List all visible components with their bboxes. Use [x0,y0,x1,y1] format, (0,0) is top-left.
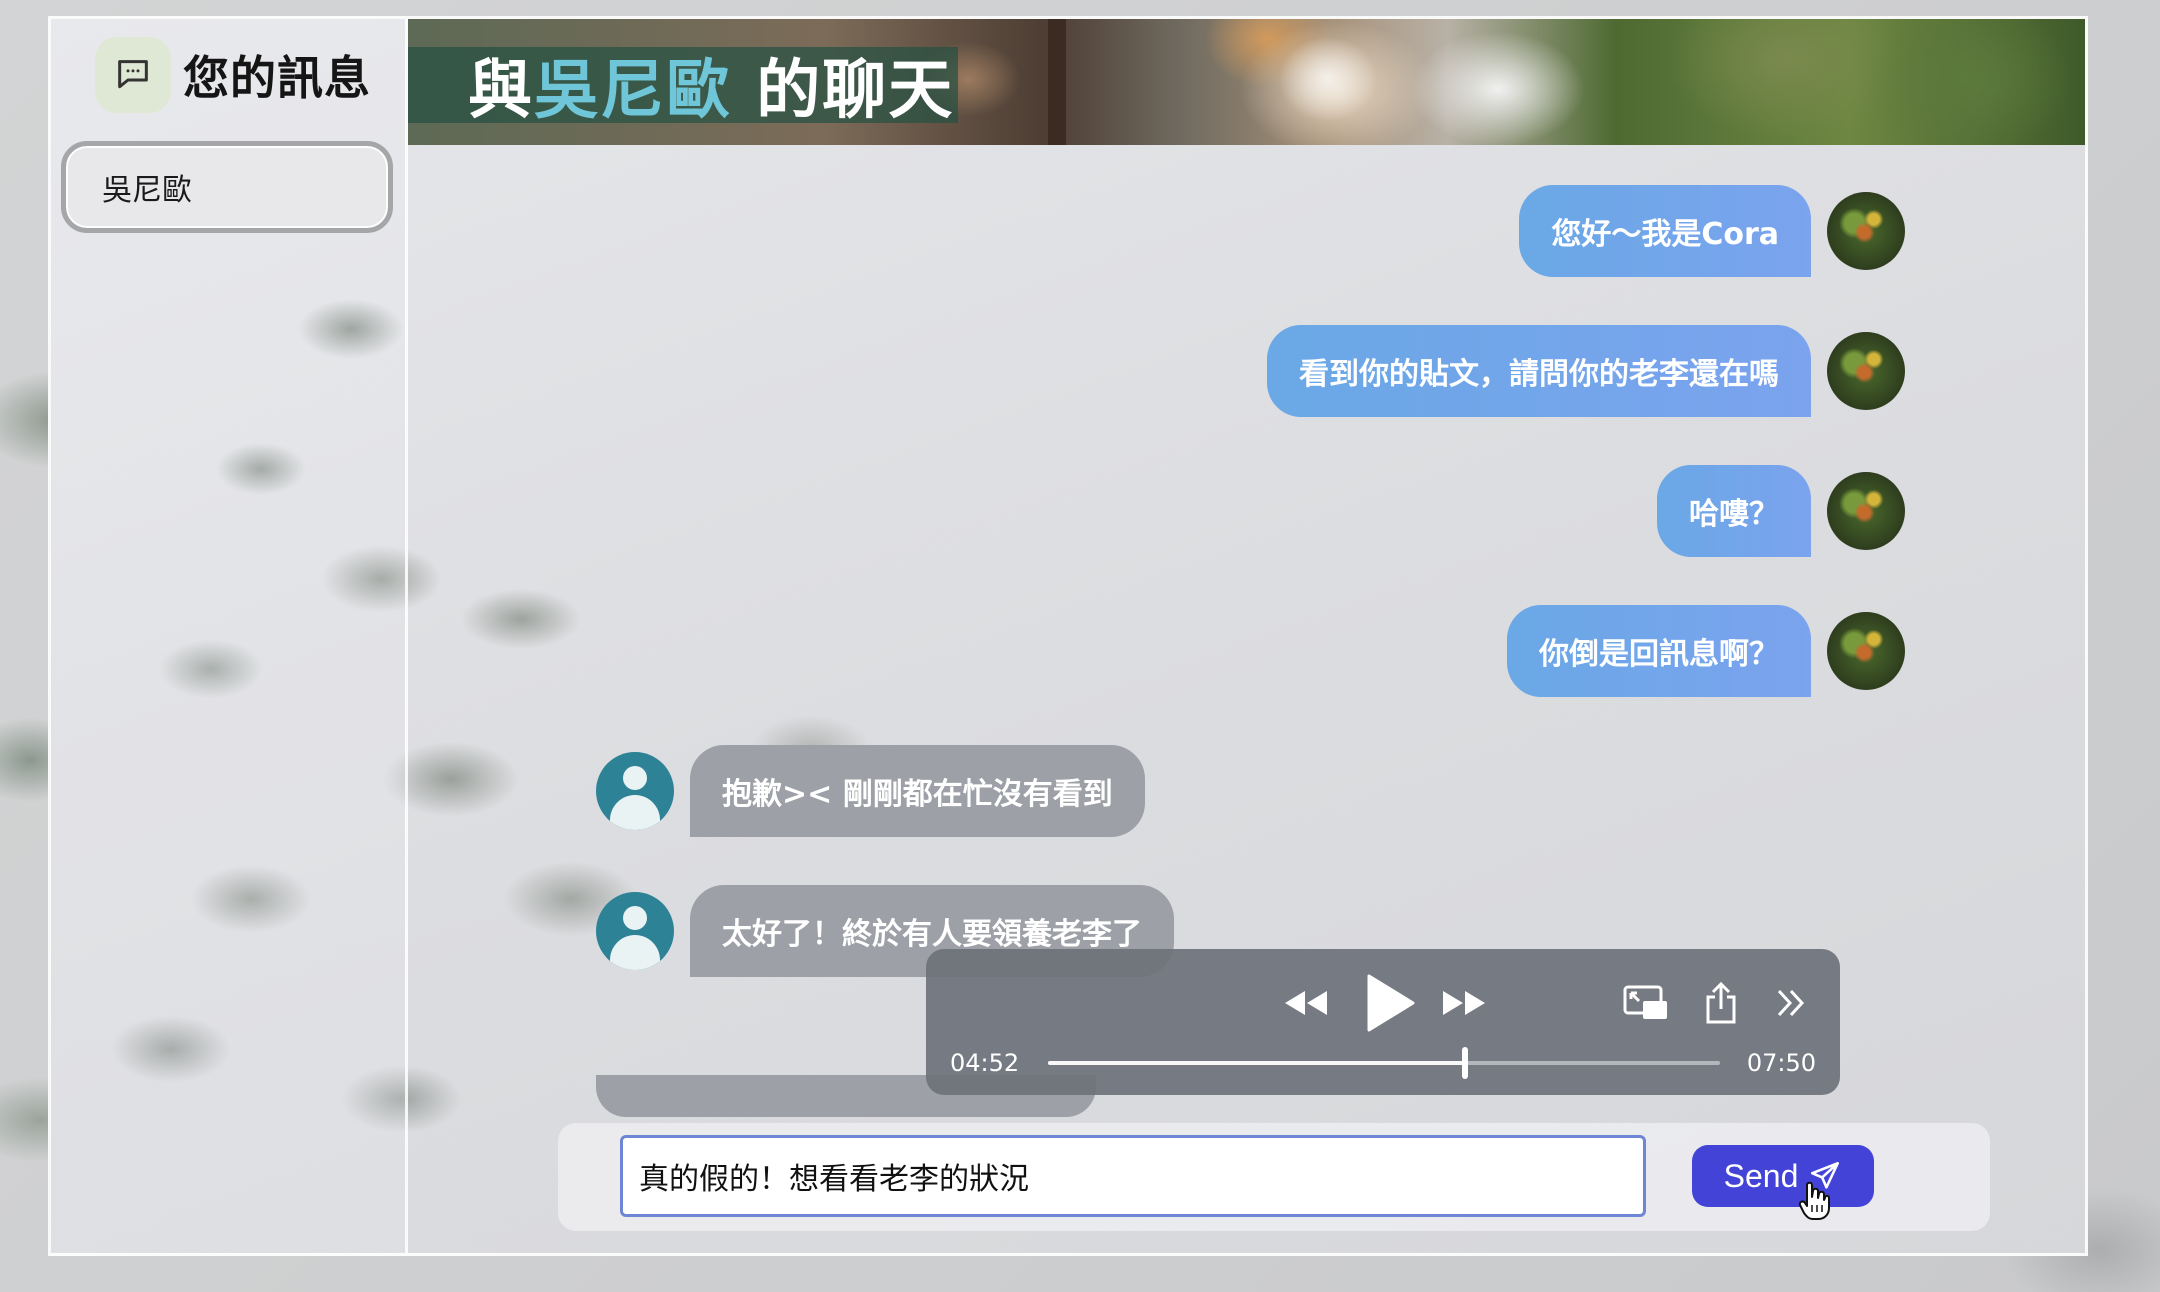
chat-panel: 與吳尼歐 的聊天 您好～我是Cora 看到你的貼文，請問你的老李還在嗎 哈嘍？ … [408,19,2085,1253]
elapsed-time: 04:52 [950,1049,1020,1077]
contact-item[interactable]: 吳尼歐 [61,141,393,233]
message-row: 抱歉>< 剛剛都在忙沒有看到 [596,745,1145,837]
contact-avatar [596,752,674,830]
message-row: 看到你的貼文，請問你的老李還在嗎 [1267,325,1905,417]
contact-avatar [596,892,674,970]
hand-cursor-icon [1798,1181,1830,1220]
progress-slider[interactable] [1048,1047,1720,1079]
rewind-icon [1285,991,1327,1015]
progress-fill [1048,1061,1465,1065]
message-row: 你倒是回訊息啊？ [1507,605,1905,697]
sidebar: 您的訊息 吳尼歐 [51,19,408,1253]
message-row: 哈嘍？ [1657,465,1905,557]
my-avatar [1827,192,1905,270]
rewind-button[interactable] [1276,971,1336,1035]
progress-thumb[interactable] [1461,1047,1468,1079]
message-bubble-outgoing: 哈嘍？ [1657,465,1811,557]
share-icon [1706,981,1736,1024]
chat-title-prefix: 與 [468,54,534,128]
play-button[interactable] [1354,971,1424,1035]
my-avatar [1827,332,1905,410]
picture-in-picture-button[interactable] [1616,971,1676,1035]
chevrons-right-icon [1777,989,1805,1017]
message-bubble-outgoing: 看到你的貼文，請問你的老李還在嗎 [1267,325,1811,417]
chat-banner: 與吳尼歐 的聊天 [408,19,2085,145]
my-avatar [1827,612,1905,690]
banner-decoration [1048,19,1066,145]
message-bubble-outgoing: 你倒是回訊息啊？ [1507,605,1811,697]
chat-bubble-icon [95,37,171,113]
fast-forward-button[interactable] [1434,971,1494,1035]
share-button[interactable] [1696,971,1746,1035]
picture-in-picture-icon [1623,985,1667,1019]
more-button[interactable] [1766,971,1816,1035]
send-label: Send [1723,1157,1799,1194]
my-avatar [1827,472,1905,550]
play-icon [1367,974,1415,1032]
sidebar-header: 您的訊息 [95,37,371,113]
message-input[interactable] [620,1135,1646,1217]
fast-forward-icon [1443,991,1485,1015]
message-composer: Send [558,1123,1990,1231]
chat-title-name: 吳尼歐 [534,54,732,128]
message-row: 您好～我是Cora [1519,185,1905,277]
chat-title-suffix: 的聊天 [732,54,955,128]
duration-time: 07:50 [1746,1049,1816,1077]
sidebar-title: 您的訊息 [183,51,371,105]
message-bubble-incoming: 抱歉>< 剛剛都在忙沒有看到 [690,745,1145,837]
chat-app-window: 您的訊息 吳尼歐 與吳尼歐 的聊天 您好～我是Cora 看到你的貼文，請問你的老… [48,16,2088,1256]
chat-title: 與吳尼歐 的聊天 [408,47,959,128]
audio-player: 04:52 07:50 [926,949,1840,1095]
send-button[interactable]: Send [1692,1145,1874,1207]
message-bubble-outgoing: 您好～我是Cora [1519,185,1811,277]
